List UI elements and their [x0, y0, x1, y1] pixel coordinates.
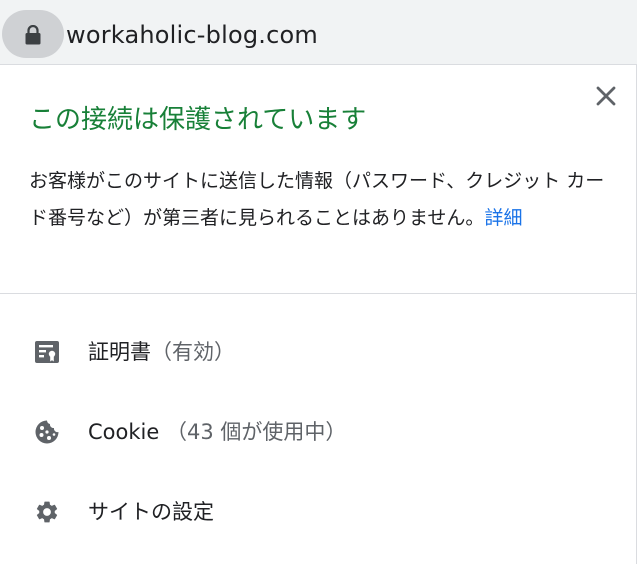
certificate-label: 証明書（有効） [88, 337, 235, 367]
cookie-icon [35, 420, 59, 444]
connection-description: お客様がこのサイトに送信した情報（パスワード、クレジット カード番号など）が第三… [29, 163, 609, 237]
certificate-label-text: 証明書 [88, 340, 151, 364]
divider [0, 293, 637, 294]
site-settings-row[interactable]: サイトの設定 [0, 484, 636, 540]
cookie-label-text: Cookie [88, 420, 160, 444]
certificate-row[interactable]: 証明書（有効） [0, 324, 636, 380]
certificate-icon [35, 341, 59, 363]
cookie-count: （43 個が使用中） [165, 420, 347, 444]
settings-gear-icon [36, 501, 58, 523]
learn-more-link[interactable]: 詳細 [484, 207, 522, 229]
cookie-row[interactable]: Cookie （43 個が使用中） [0, 404, 636, 460]
connection-secure-title: この接続は保護されています [29, 105, 367, 135]
lock-icon [25, 25, 41, 45]
url-text[interactable]: workaholic-blog.com [66, 20, 318, 50]
close-icon[interactable] [591, 81, 621, 111]
address-bar: workaholic-blog.com [0, 0, 637, 64]
site-settings-label: サイトの設定 [88, 500, 214, 524]
cookie-label: Cookie （43 個が使用中） [88, 417, 346, 447]
certificate-status: （有効） [151, 340, 235, 364]
